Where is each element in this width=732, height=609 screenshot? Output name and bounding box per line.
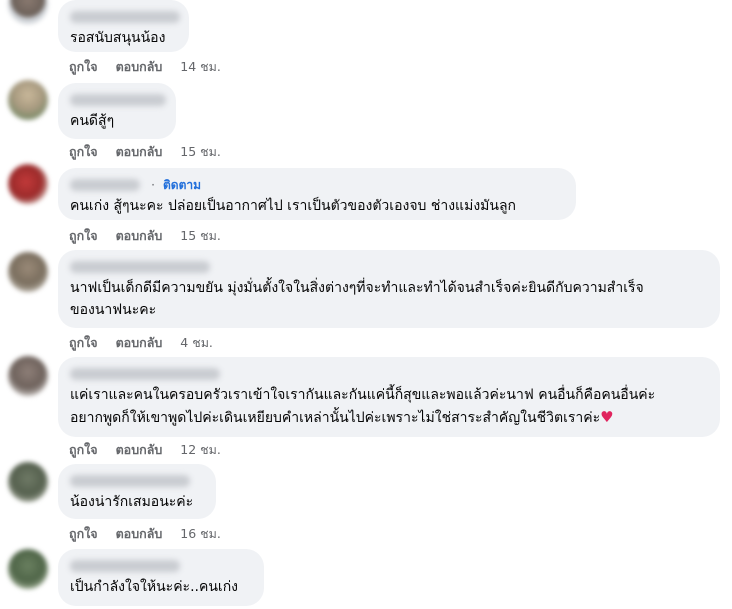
comment-timestamp[interactable]: 12 ชม. [180,442,221,457]
comment-timestamp[interactable]: 16 ชม. [180,526,221,541]
comment-bubble: คนดีสู้ๆ [58,83,176,139]
author-name[interactable] [70,91,166,109]
avatar[interactable] [8,164,48,204]
like-button[interactable]: ถูกใจ [69,144,98,159]
comment-timestamp[interactable]: 14 ชม. [180,59,221,74]
avatar[interactable] [8,0,48,24]
reply-button[interactable]: ตอบกลับ [116,442,163,457]
comment-actions: ถูกใจ ตอบกลับ 15 ชม. [69,142,221,162]
separator-dot: · [151,178,155,192]
comment-bubble: น้องน่ารักเสมอนะค่ะ [58,464,216,519]
author-name[interactable] [70,258,708,276]
comment-actions: ถูกใจ ตอบกลับ 14 ชม. [69,57,221,77]
comment-header: · ติดตาม [70,176,564,194]
comment-bubble: แค่เราและคนในครอบครัวเราเข้าใจเรากันและก… [58,357,720,437]
follow-button[interactable]: ติดตาม [163,176,201,194]
author-name[interactable] [70,8,180,26]
reply-button[interactable]: ตอบกลับ [116,526,163,541]
author-name[interactable] [70,557,252,575]
author-name[interactable] [70,472,204,490]
comment-actions: ถูกใจ ตอบกลับ 12 ชม. [69,440,221,460]
reply-button[interactable]: ตอบกลับ [116,335,163,350]
comment-bubble: เป็นกำลังใจให้นะค่ะ..คนเก่ง [58,549,264,606]
comment-text: นาฟเป็นเด็กดีมีความขยัน มุ่งมั่นตั้งใจใน… [70,280,644,318]
avatar[interactable] [8,80,48,120]
like-button[interactable]: ถูกใจ [69,442,98,457]
comment-text: คนเก่ง สู้ๆนะคะ ปล่อยเป็นอากาศไป เราเป็น… [70,198,517,214]
reply-button[interactable]: ตอบกลับ [116,59,163,74]
like-button[interactable]: ถูกใจ [69,335,98,350]
comment-actions: ถูกใจ ตอบกลับ 4 ชม. [69,333,213,353]
avatar[interactable] [8,356,48,396]
comment-text: เป็นกำลังใจให้นะค่ะ..คนเก่ง [70,579,239,595]
reply-button[interactable]: ตอบกลับ [116,228,163,243]
author-name[interactable] [70,179,140,191]
comment-timestamp[interactable]: 15 ชม. [180,228,221,243]
comment-text: รอสนับสนุนน้อง [70,30,166,46]
comment-text: น้องน่ารักเสมอนะค่ะ [70,494,194,510]
comment-timestamp[interactable]: 4 ชม. [180,335,213,350]
reply-button[interactable]: ตอบกลับ [116,144,163,159]
comment-bubble: รอสนับสนุนน้อง [58,0,189,52]
comment-actions: ถูกใจ ตอบกลับ 16 ชม. [69,524,221,544]
avatar[interactable] [8,252,48,292]
like-button[interactable]: ถูกใจ [69,228,98,243]
comment-bubble: · ติดตาม คนเก่ง สู้ๆนะคะ ปล่อยเป็นอากาศไ… [58,168,576,220]
comment-bubble: นาฟเป็นเด็กดีมีความขยัน มุ่งมั่นตั้งใจใน… [58,250,720,328]
comment-timestamp[interactable]: 15 ชม. [180,144,221,159]
heart-icon: ♥ [600,408,614,426]
avatar[interactable] [8,549,48,589]
comment-text: แค่เราและคนในครอบครัวเราเข้าใจเรากันและก… [70,387,656,426]
avatar[interactable] [8,462,48,502]
like-button[interactable]: ถูกใจ [69,526,98,541]
author-name[interactable] [70,365,708,383]
comment-text: คนดีสู้ๆ [70,113,115,129]
comment-actions: ถูกใจ ตอบกลับ 15 ชม. [69,226,221,246]
like-button[interactable]: ถูกใจ [69,59,98,74]
comment-feed: รอสนับสนุนน้อง ถูกใจ ตอบกลับ 14 ชม. คนดี… [0,0,732,609]
